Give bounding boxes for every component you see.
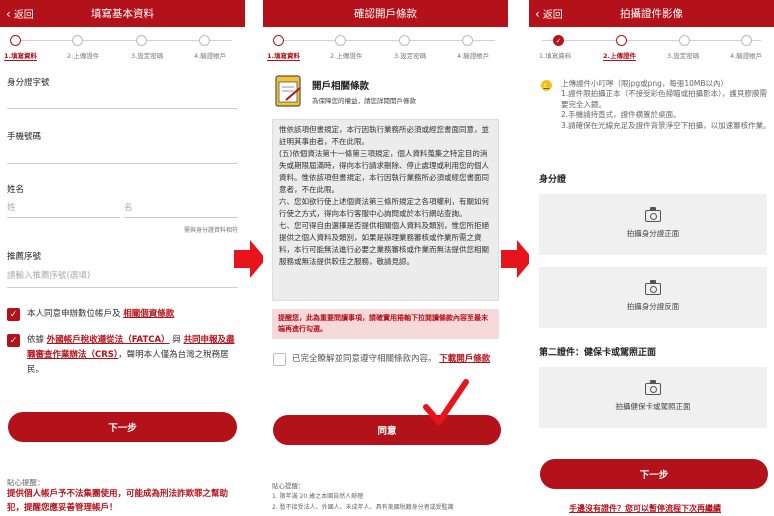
camera-icon bbox=[645, 207, 661, 222]
download-terms-link[interactable]: 下載開戶條款 bbox=[439, 354, 490, 364]
step-1-label: 1.填寫資料 bbox=[267, 52, 300, 61]
step-4-label: 4.驗證帳戶 bbox=[457, 52, 490, 60]
tip-title: 貼心提醒： bbox=[272, 482, 305, 490]
header: 確認開戶條款 bbox=[263, 0, 508, 27]
step-2-circle bbox=[72, 35, 83, 46]
step-3-label: 3.設定密碼 bbox=[131, 52, 164, 60]
id-front-label: 拍攝身分證正面 bbox=[626, 229, 680, 238]
step-4-label: 4.驗證帳戶 bbox=[194, 52, 227, 60]
fatca-crs-text: 依據 外國帳戶稅收遵從法（FATCA） 與 共同申報及盡職審查作業辦法（CRS）… bbox=[27, 333, 239, 378]
fatca-crs-checkbox[interactable]: ✓ bbox=[7, 334, 20, 347]
chevron-left-icon: ‹ bbox=[6, 6, 11, 21]
id-section-title: 身分證 bbox=[539, 175, 567, 185]
referral-label: 推薦序號 bbox=[7, 252, 42, 262]
header: ‹ 返回 填寫基本資料 bbox=[0, 0, 245, 27]
fatca-mid: 與 bbox=[172, 335, 181, 345]
page-title: 拍攝證件影像 bbox=[620, 8, 683, 20]
step-3-circle bbox=[136, 35, 147, 46]
agree-data-checkbox[interactable]: ✓ bbox=[7, 308, 20, 321]
stepper-line bbox=[542, 40, 761, 41]
camera-icon bbox=[645, 280, 661, 295]
back-label: 返回 bbox=[542, 10, 563, 21]
step-1-label: 1.填寫資料 bbox=[539, 52, 572, 60]
step-2-circle bbox=[335, 35, 346, 46]
next-button[interactable]: 下一步 bbox=[8, 412, 237, 442]
step-4-circle bbox=[462, 35, 473, 46]
terms-section-subtitle: 為保障您的權益，請您詳閱開戶條款 bbox=[312, 97, 416, 105]
surname-underline bbox=[7, 217, 120, 218]
next-button[interactable]: 下一步 bbox=[540, 459, 768, 489]
pause-flow-link[interactable]: 手邊沒有證件？您可以暫停流程下次再繼續 bbox=[569, 503, 721, 514]
terms-agree-text: 已完全瞭解並同意遵守相關條款內容。 下載開戶條款 bbox=[292, 352, 504, 367]
given-name-underline bbox=[124, 217, 238, 218]
privacy-terms-link[interactable]: 相關個資條款 bbox=[123, 309, 174, 319]
phone-field[interactable] bbox=[7, 163, 238, 164]
surname-field[interactable]: 姓 bbox=[7, 201, 16, 213]
check-icon: ✓ bbox=[9, 309, 18, 320]
reading-warning: 提醒您，此為重要問讀事項，請確實用捲軸下拉閱讀條款內容至最末端再進行勾選。 bbox=[272, 309, 499, 339]
step-2-label: 2.上傳證件 bbox=[67, 52, 100, 60]
id-back-label: 拍攝身分證反面 bbox=[626, 302, 680, 311]
id-back-upload[interactable]: 拍攝身分證反面 bbox=[539, 267, 767, 328]
step-4-label: 4.驗證帳戶 bbox=[730, 52, 763, 60]
terms-agree-label: 已完全瞭解並同意遵守相關條款內容。 bbox=[292, 354, 437, 364]
step-3-label: 3.設定密碼 bbox=[667, 52, 700, 60]
step-3-circle bbox=[679, 35, 690, 46]
notice-title: 上傳證件小叮嚀（限jpg或png，每張10MB以內） bbox=[561, 79, 729, 88]
stepper: 1.填寫資料 2.上傳證件 3.設定密碼 4.驗證帳戶 bbox=[263, 27, 508, 65]
referral-underline bbox=[7, 287, 238, 288]
camera-icon bbox=[645, 380, 661, 395]
notice-text: 1.證件限拍攝正本（不接受彩色掃瞄或拍攝影本），護貝膠膜需要完全入鏡。 2.手機… bbox=[561, 89, 771, 130]
id-number-label: 身分證字號 bbox=[7, 78, 50, 88]
tip-item-1: 1. 限年滿 20 歲之本國自然人辦理 bbox=[272, 493, 364, 500]
id-front-upload[interactable]: 拍攝身分證正面 bbox=[539, 194, 767, 255]
page-title: 確認開戶條款 bbox=[354, 8, 417, 20]
document-pen-icon bbox=[275, 75, 301, 107]
terms-section-title: 開戶相關條款 bbox=[312, 81, 370, 92]
tip-text: 提供個人帳戶予不法集團使用，可能成為刑法詐欺罪之幫助犯，提醒您應妥善管理帳戶！ bbox=[7, 489, 229, 513]
check-icon: ✓ bbox=[9, 335, 18, 346]
terms-text: 惟依該項但書規定，本行因執行業務所必須或經您書面同意，並註明其事由者，不在此限。… bbox=[279, 125, 489, 266]
step-2-label: 2.上傳證件 bbox=[330, 52, 363, 60]
tip-item-2: 2. 暫不接受法人、外國人、未成年人、具有美國稅籍身分者或受監護 bbox=[272, 504, 454, 511]
basic-info-screen: ‹ 返回 填寫基本資料 1.填寫資料 2.上傳證件 3.設定密碼 4.驗證帳戶 身… bbox=[0, 0, 245, 516]
step-1-circle: ✓ bbox=[553, 35, 564, 46]
step-1-circle bbox=[10, 35, 21, 46]
back-button[interactable]: ‹ 返回 bbox=[6, 0, 34, 27]
step-1-circle bbox=[273, 35, 284, 46]
step-4-circle bbox=[199, 35, 210, 46]
header: ‹ 返回 拍攝證件影像 bbox=[529, 0, 774, 27]
back-label: 返回 bbox=[13, 10, 34, 21]
terms-agree-checkbox[interactable] bbox=[273, 353, 286, 366]
stepper: 1.填寫資料 2.上傳證件 3.設定密碼 4.驗證帳戶 bbox=[0, 27, 245, 65]
step-2-label: 2.上傳證件 bbox=[603, 52, 636, 61]
terms-screen: 確認開戶條款 1.填寫資料 2.上傳證件 3.設定密碼 4.驗證帳戶 開戶相關條… bbox=[263, 0, 508, 516]
agree-data-label: 本人同意申辦數位帳戶及 bbox=[27, 309, 121, 319]
second-id-upload[interactable]: 拍攝健保卡或駕照正面 bbox=[539, 367, 767, 428]
id-photo-screen: ‹ 返回 拍攝證件影像 ✓ 1.填寫資料 2.上傳證件 3.設定密碼 4.驗證帳戶… bbox=[529, 0, 774, 516]
phone-label: 手機號碼 bbox=[7, 132, 42, 142]
fatca-link[interactable]: 外國帳戶稅收遵從法（FATCA） bbox=[47, 335, 170, 345]
terms-scroll-box[interactable]: 惟依該項但書規定，本行因執行業務所必須或經您書面同意，並註明其事由者，不在此限。… bbox=[272, 119, 499, 301]
back-button[interactable]: ‹ 返回 bbox=[535, 0, 563, 27]
step-4-circle bbox=[741, 35, 752, 46]
step-3-label: 3.設定密碼 bbox=[394, 52, 427, 60]
name-note: 需與身分證資料相符 bbox=[183, 227, 238, 234]
bell-icon: 🔔 bbox=[541, 80, 552, 91]
step-3-circle bbox=[399, 35, 410, 46]
stepper: ✓ 1.填寫資料 2.上傳證件 3.設定密碼 4.驗證帳戶 bbox=[529, 27, 774, 65]
second-id-section-title: 第二證件：健保卡或駕照正面 bbox=[539, 348, 657, 358]
id-number-field[interactable] bbox=[7, 108, 238, 109]
chevron-left-icon: ‹ bbox=[535, 6, 540, 21]
checkmark-annotation-icon bbox=[423, 379, 469, 425]
step-1-label: 1.填寫資料 bbox=[4, 52, 37, 61]
name-label: 姓名 bbox=[7, 185, 25, 195]
referral-input[interactable]: 請輸入推薦序號(選填) bbox=[7, 269, 90, 281]
fatca-prefix: 依據 bbox=[27, 335, 45, 345]
agree-data-text: 本人同意申辦數位帳戶及 相關個資條款 bbox=[27, 307, 242, 322]
page-title: 填寫基本資料 bbox=[91, 8, 154, 20]
given-name-field[interactable]: 名 bbox=[124, 201, 133, 213]
second-id-label: 拍攝健保卡或駕照正面 bbox=[615, 402, 691, 411]
step-2-circle bbox=[616, 35, 627, 46]
